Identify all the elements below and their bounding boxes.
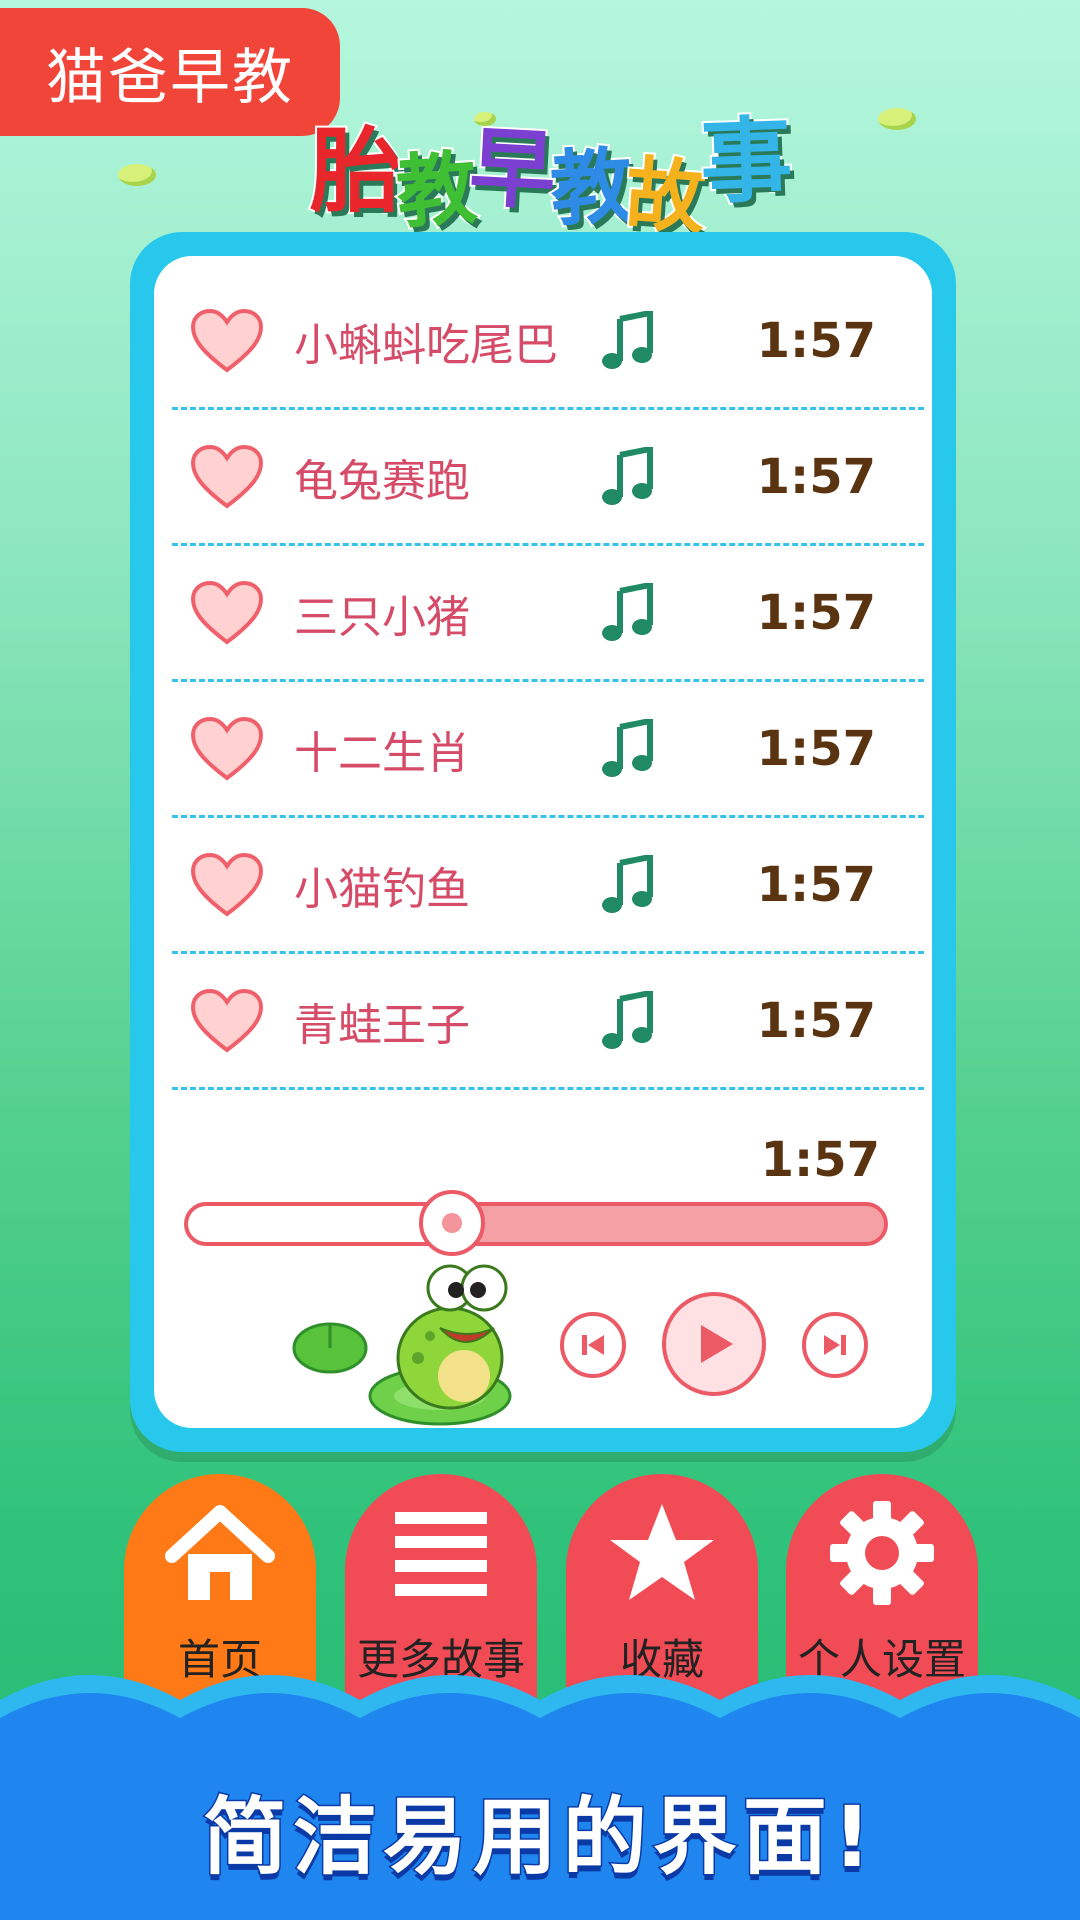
brand-badge: 猫爸早教 xyxy=(0,8,340,136)
song-title: 三只小猪 xyxy=(294,591,470,643)
title-char: 教 xyxy=(546,137,637,240)
song-duration: 1:57 xyxy=(756,856,876,913)
music-note-icon xyxy=(602,582,653,641)
play-button[interactable] xyxy=(662,1292,766,1396)
playlist-row[interactable]: 三只小猪 1:57 xyxy=(172,546,924,682)
frog-mascot-icon xyxy=(292,1264,512,1426)
song-duration: 1:57 xyxy=(756,312,876,369)
playlist-row[interactable]: 小猫钓鱼 1:57 xyxy=(172,818,924,954)
gear-icon xyxy=(830,1501,934,1605)
heart-icon[interactable] xyxy=(190,852,264,918)
progress-thumb[interactable] xyxy=(418,1190,485,1256)
playlist-row[interactable]: 青蛙王子 1:57 xyxy=(172,954,924,1090)
title-char: 事 xyxy=(696,104,796,218)
music-note-icon xyxy=(602,310,653,369)
leaf-decoration xyxy=(878,108,916,130)
heart-icon[interactable] xyxy=(190,988,264,1054)
next-button[interactable] xyxy=(802,1312,868,1378)
song-duration: 1:57 xyxy=(756,720,876,777)
music-note-icon xyxy=(602,718,653,777)
song-title: 小蝌蚪吃尾巴 xyxy=(294,319,558,371)
song-duration: 1:57 xyxy=(756,584,876,641)
heart-icon[interactable] xyxy=(190,308,264,374)
list-icon xyxy=(395,1512,487,1596)
song-title: 青蛙王子 xyxy=(294,999,470,1051)
brand-label: 猫爸早教 xyxy=(46,42,294,113)
title-char: 早 xyxy=(465,116,560,224)
playlist-row[interactable]: 龟兔赛跑 1:57 xyxy=(172,410,924,546)
playlist-row[interactable]: 小蝌蚪吃尾巴 1:57 xyxy=(172,274,924,410)
music-note-icon xyxy=(602,854,653,913)
song-duration: 1:57 xyxy=(756,992,876,1049)
progress-track[interactable] xyxy=(184,1202,888,1246)
skip-previous-icon xyxy=(582,1335,604,1355)
title-char: 胎 xyxy=(308,116,404,227)
music-note-icon xyxy=(602,990,653,1049)
song-title: 小猫钓鱼 xyxy=(294,863,470,915)
song-title: 十二生肖 xyxy=(294,727,470,779)
title-char: 教 xyxy=(391,139,481,241)
total-time: 1:57 xyxy=(760,1132,880,1188)
home-icon xyxy=(165,1505,275,1600)
app-title: 胎 教 早 教 故 事 xyxy=(308,90,796,247)
heart-icon[interactable] xyxy=(190,716,264,782)
progress-fill xyxy=(188,1206,456,1242)
previous-button[interactable] xyxy=(560,1312,626,1378)
banner-text: 简洁易用的界面! xyxy=(201,1787,878,1888)
play-icon xyxy=(701,1325,733,1363)
skip-next-icon xyxy=(824,1335,846,1355)
leaf-decoration xyxy=(118,164,156,186)
heart-icon[interactable] xyxy=(190,580,264,646)
song-duration: 1:57 xyxy=(756,448,876,505)
playlist-row[interactable]: 十二生肖 1:57 xyxy=(172,682,924,818)
heart-icon[interactable] xyxy=(190,444,264,510)
star-icon xyxy=(610,1504,714,1600)
music-note-icon xyxy=(602,446,653,505)
song-title: 龟兔赛跑 xyxy=(294,455,470,507)
